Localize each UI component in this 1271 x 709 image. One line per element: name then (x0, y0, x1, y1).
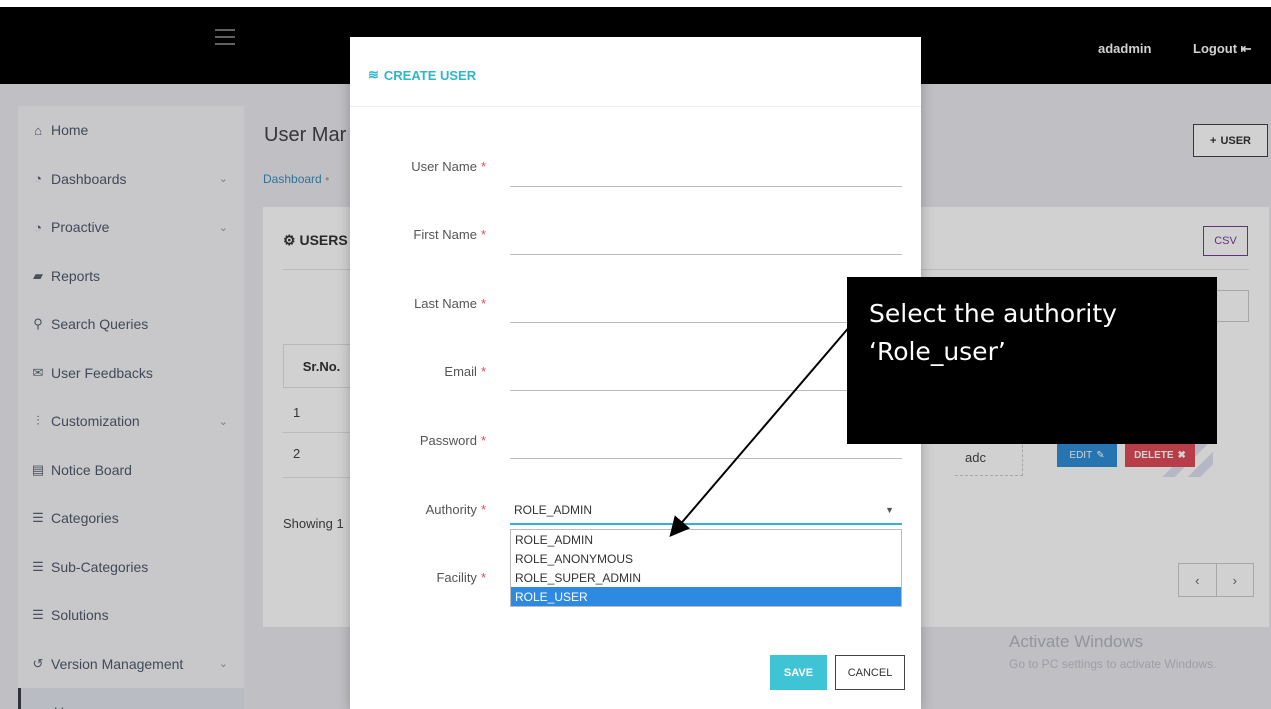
facility-label: Facility * (436, 570, 486, 585)
save-button[interactable]: SAVE (770, 655, 827, 690)
modal-title-text: CREATE USER (383, 67, 477, 83)
annotation-callout: Select the authority ‘Role_user’ (847, 277, 1217, 444)
authority-selected-value: ROLE_ADMIN (514, 503, 593, 517)
username-input[interactable] (510, 161, 902, 187)
first-name-label: First Name * (413, 227, 486, 242)
cancel-button[interactable]: CANCEL (835, 655, 905, 690)
authority-option-selected[interactable]: ROLE_USER (511, 587, 901, 606)
required-mark: * (480, 364, 486, 379)
callout-line-1: Select the authority (869, 299, 1117, 328)
modal-title: ≋ CREATE USER (368, 67, 476, 83)
callout-line-2: ‘Role_user’ (869, 336, 1006, 366)
modal-header: ≋ CREATE USER (350, 37, 921, 107)
password-input[interactable] (510, 433, 902, 459)
required-mark: * (480, 570, 486, 585)
dropdown-arrow-icon: ▼ (885, 505, 894, 515)
username-label-text: User Name (411, 159, 477, 174)
password-label: Password * (420, 433, 486, 448)
first-name-label-text: First Name (413, 227, 477, 242)
required-mark: * (480, 433, 486, 448)
email-input[interactable] (510, 365, 902, 391)
last-name-label: Last Name * (414, 296, 486, 311)
required-mark: * (480, 296, 486, 311)
create-user-modal: ≋ CREATE USER User Name * First Name * Las… (350, 37, 921, 709)
authority-option[interactable]: ROLE_ANONYMOUS (511, 549, 901, 568)
authority-option[interactable]: ROLE_ADMIN (511, 530, 901, 549)
authority-label-text: Authority (425, 502, 477, 517)
authority-label: Authority * (426, 502, 486, 517)
facility-label-text: Facility (436, 570, 477, 585)
email-label-text: Email (444, 364, 477, 379)
last-name-label-text: Last Name (414, 296, 477, 311)
email-label: Email * (444, 364, 486, 379)
first-name-input[interactable] (510, 229, 902, 255)
authority-select[interactable]: ROLE_ADMIN ▼ (510, 497, 902, 525)
authority-option[interactable]: ROLE_SUPER_ADMIN (511, 568, 901, 587)
required-mark: * (480, 502, 486, 517)
authority-options-list: ROLE_ADMIN ROLE_ANONYMOUS ROLE_SUPER_ADM… (510, 529, 902, 607)
password-label-text: Password (419, 433, 477, 448)
required-mark: * (480, 227, 486, 242)
layers-icon: ≋ (368, 67, 379, 82)
required-mark: * (480, 159, 486, 174)
last-name-input[interactable] (510, 297, 902, 323)
username-label: User Name * (411, 159, 486, 174)
